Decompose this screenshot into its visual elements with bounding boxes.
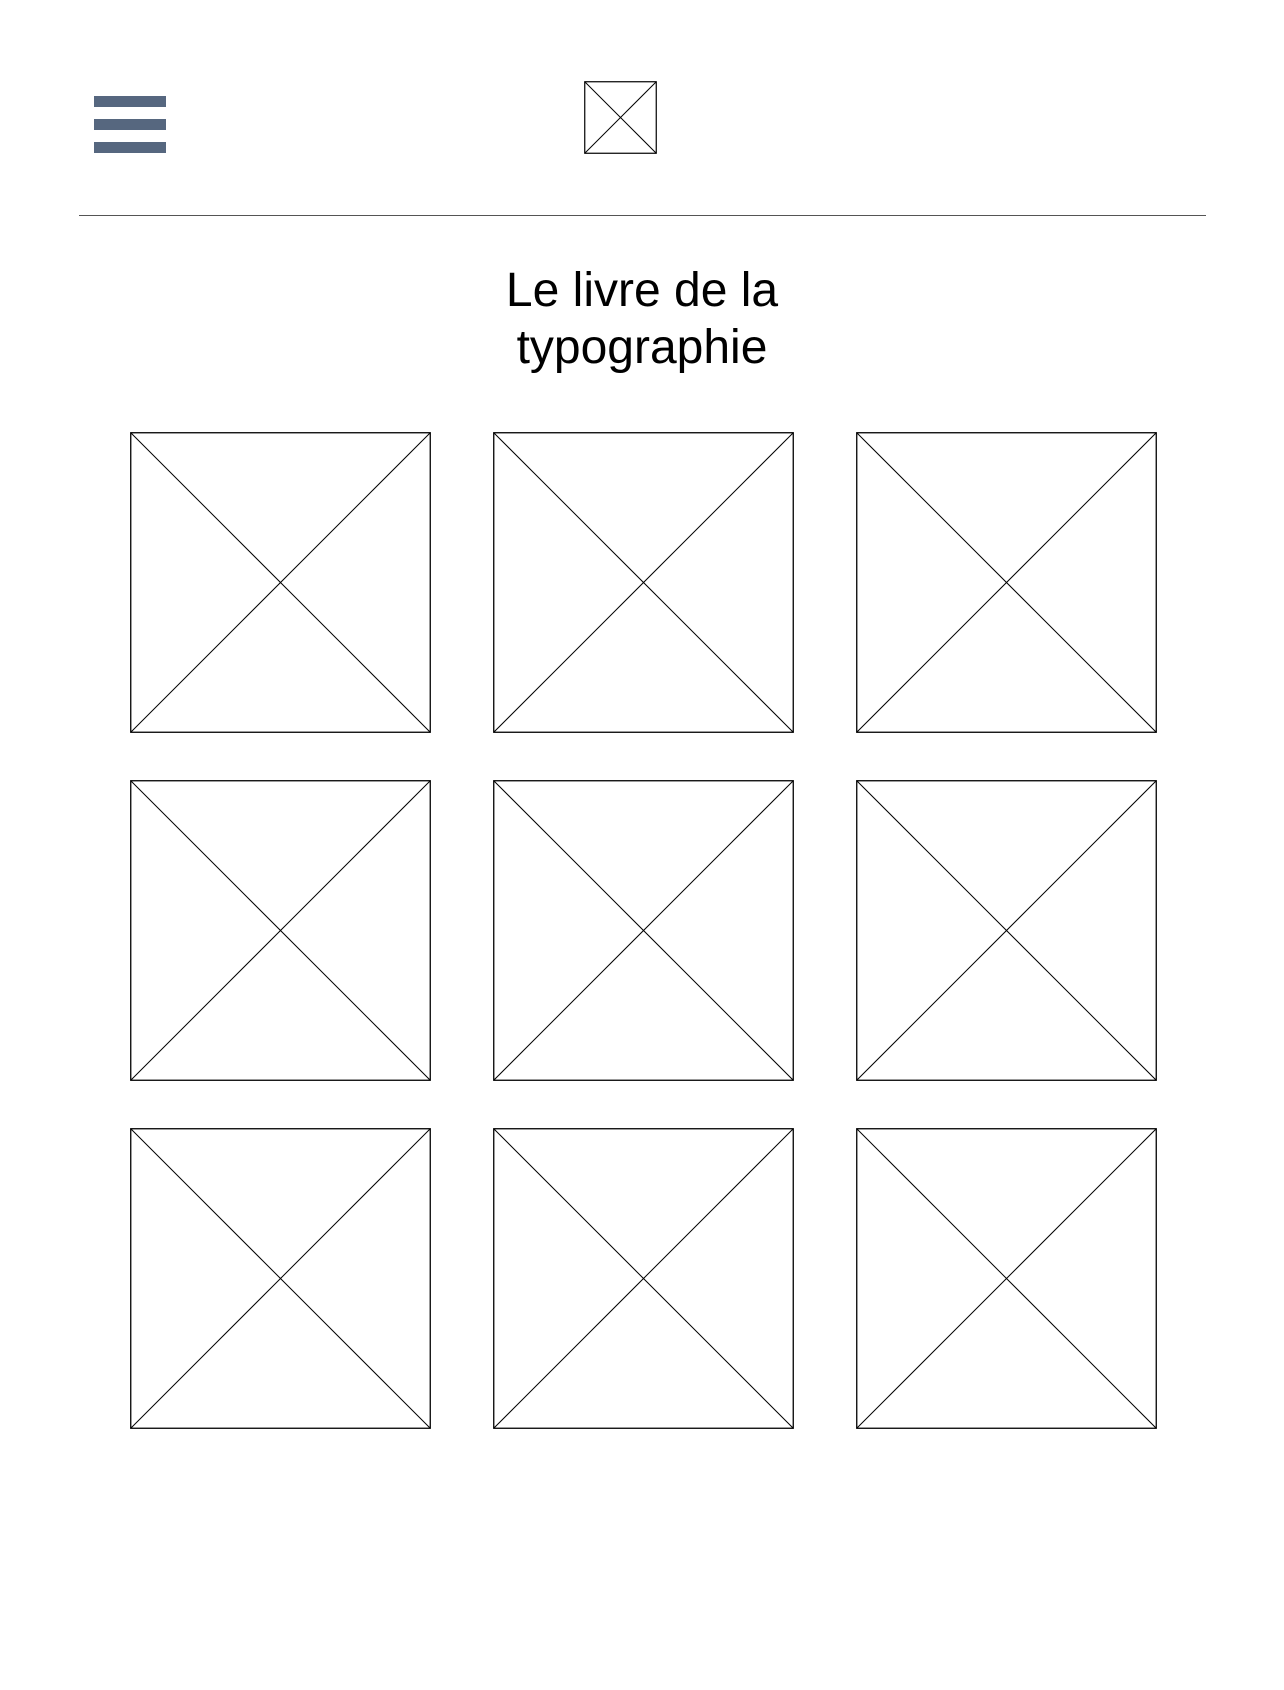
menu-bar — [94, 96, 166, 107]
page-title: Le livre de la typographie — [342, 262, 942, 376]
page-title-line-1: Le livre de la — [505, 264, 779, 317]
logo-placeholder-icon[interactable] — [584, 81, 657, 154]
gallery-image-placeholder-icon[interactable] — [130, 432, 431, 733]
gallery-image-placeholder-icon[interactable] — [493, 780, 794, 1081]
gallery-image-placeholder-icon[interactable] — [856, 1128, 1157, 1429]
gallery-image-placeholder-icon[interactable] — [130, 1128, 431, 1429]
gallery-image-placeholder-icon[interactable] — [856, 780, 1157, 1081]
menu-bar — [94, 142, 166, 153]
gallery-image-placeholder-icon[interactable] — [493, 1128, 794, 1429]
gallery-image-placeholder-icon[interactable] — [856, 432, 1157, 733]
page-title-line-2: typographie — [516, 321, 768, 374]
menu-bar — [94, 119, 166, 130]
gallery-image-placeholder-icon[interactable] — [130, 780, 431, 1081]
gallery-image-placeholder-icon[interactable] — [493, 432, 794, 733]
image-gallery-grid — [130, 432, 1157, 1429]
hamburger-menu-icon[interactable] — [94, 96, 166, 153]
header-divider — [79, 215, 1206, 216]
